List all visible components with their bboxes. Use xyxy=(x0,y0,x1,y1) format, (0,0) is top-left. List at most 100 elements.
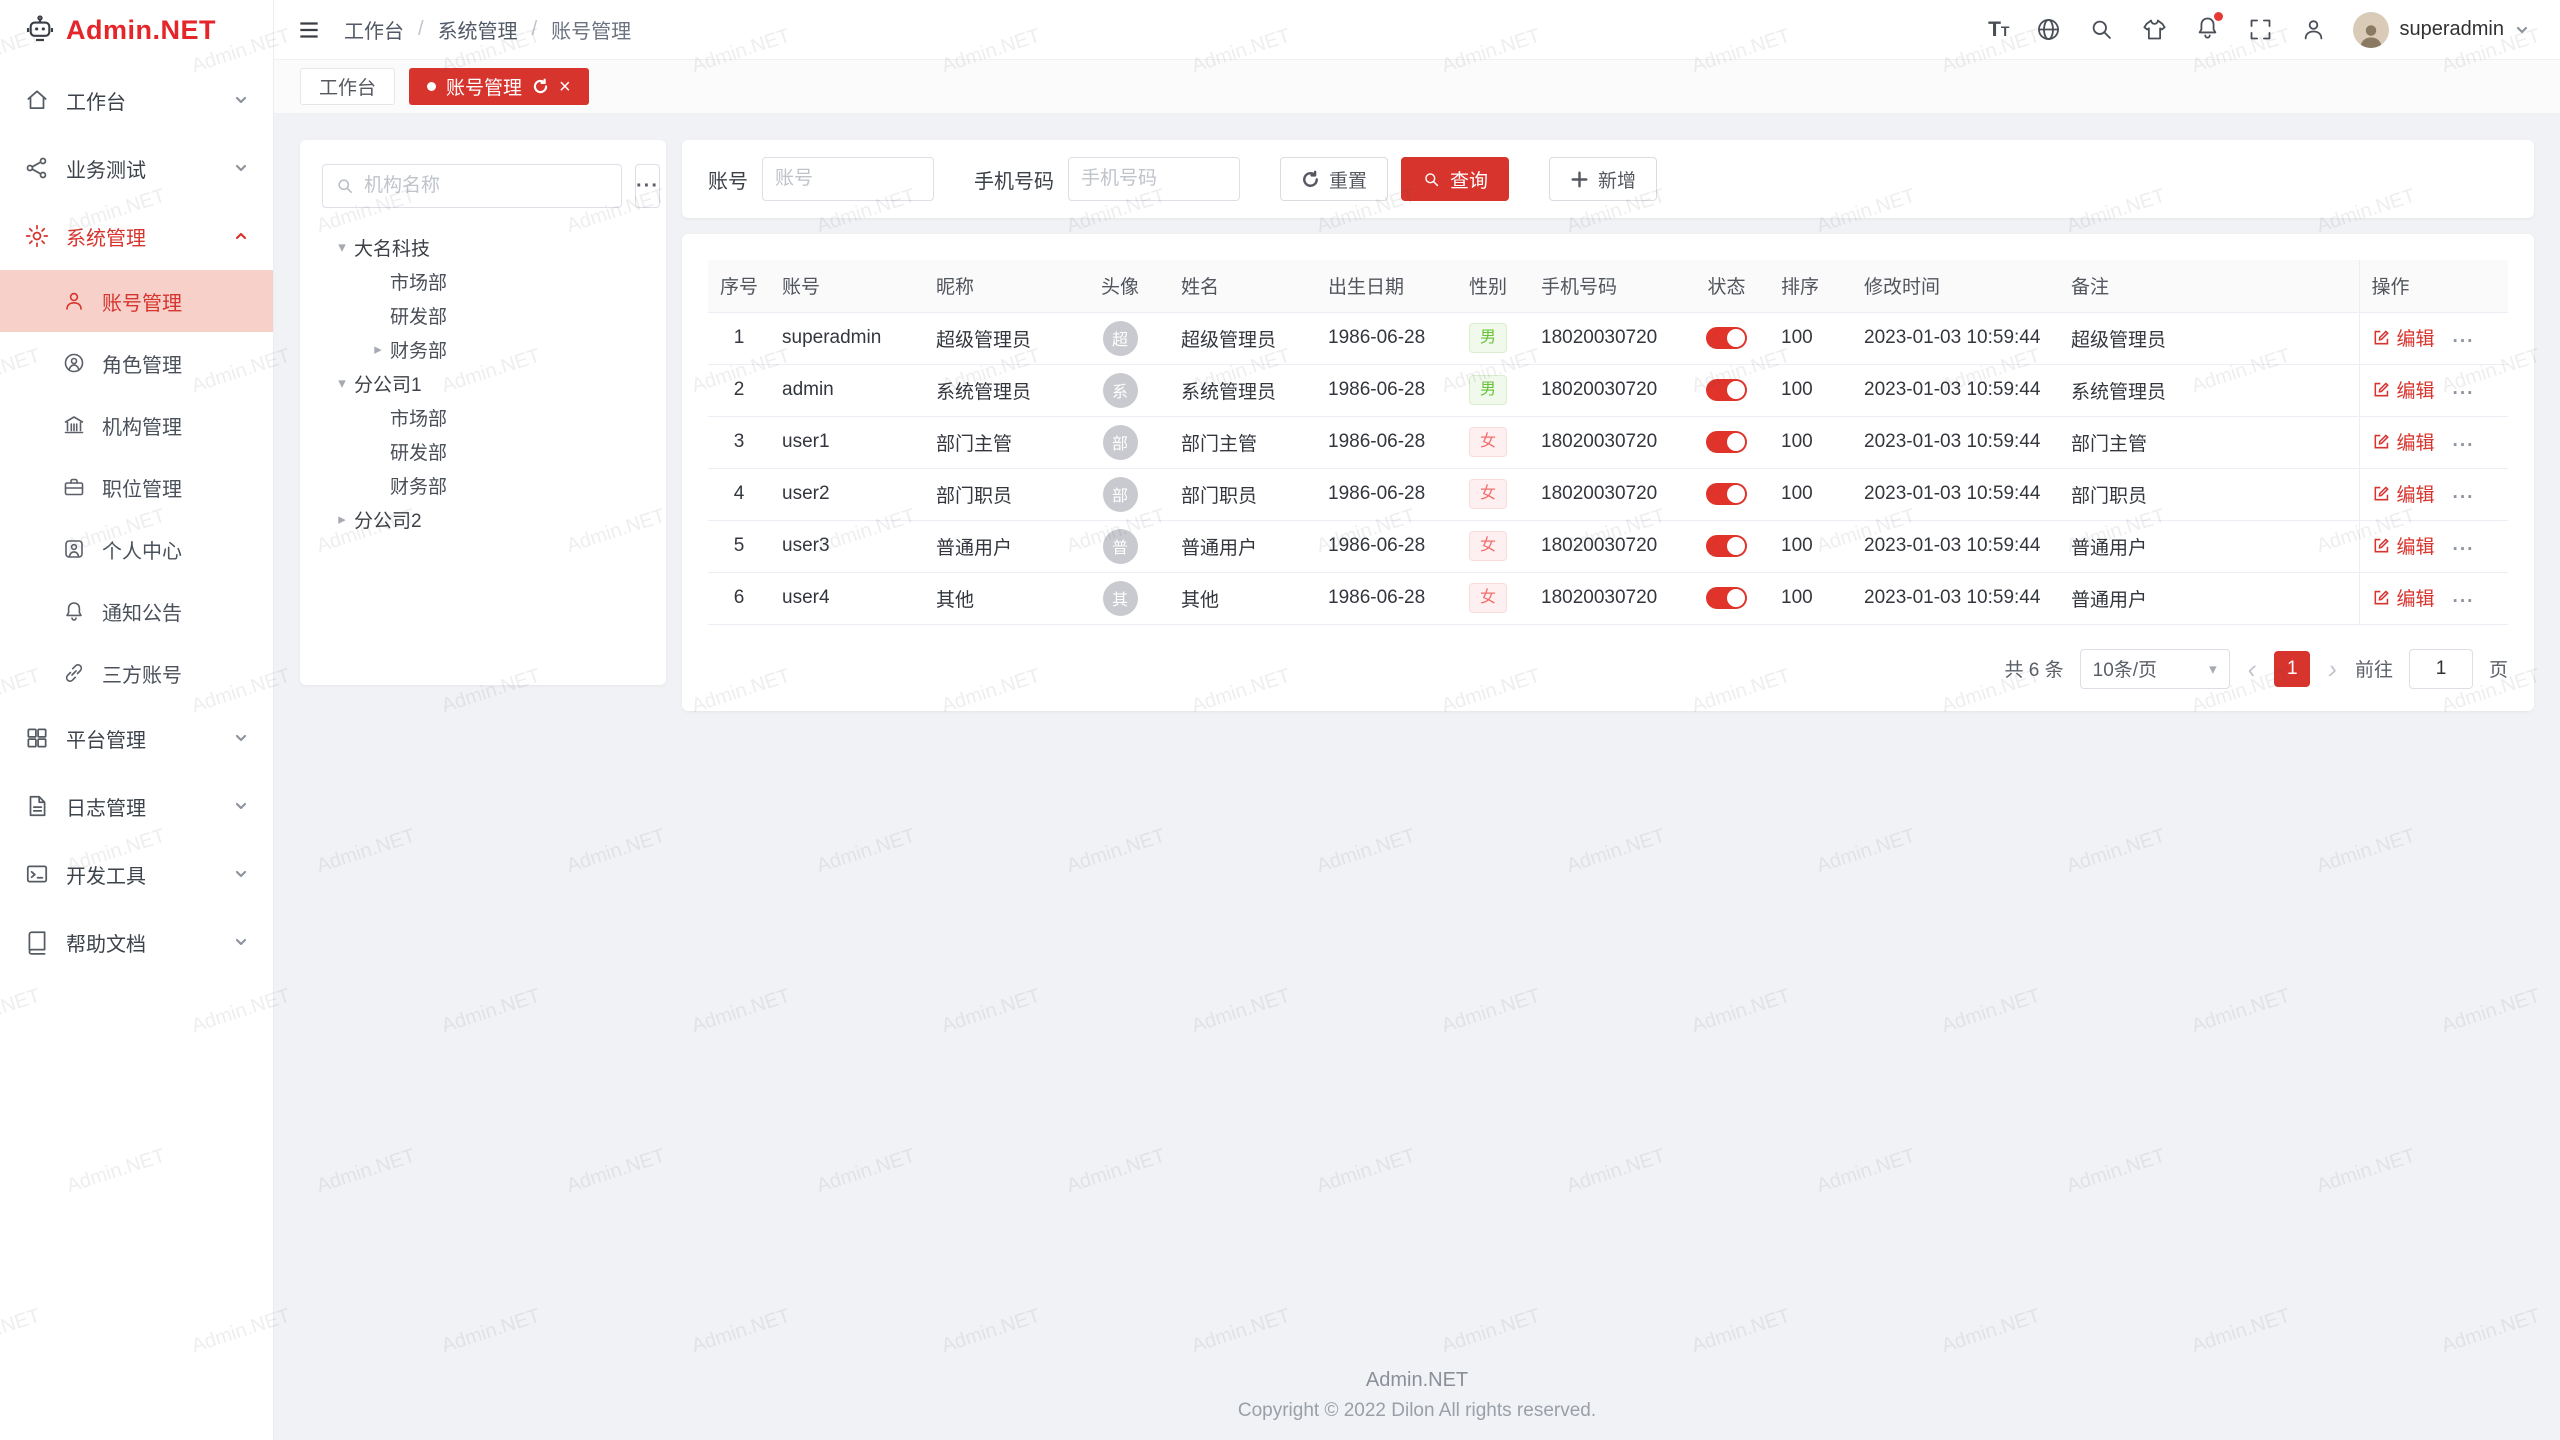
sidebar-item-label: 工作台 xyxy=(66,86,217,115)
cell-status xyxy=(1684,572,1769,624)
breadcrumb-item[interactable]: 系统管理 xyxy=(438,15,518,44)
account-input[interactable] xyxy=(762,157,934,201)
tree-group[interactable]: 大名科技 xyxy=(322,230,644,264)
row-more-button[interactable] xyxy=(2453,487,2475,508)
sidebar-subitem-position[interactable]: 职位管理 xyxy=(0,456,273,518)
sidebar-item-business-test[interactable]: 业务测试 xyxy=(0,134,273,202)
status-toggle[interactable] xyxy=(1706,431,1747,453)
sidebar-subitem-notice[interactable]: 通知公告 xyxy=(0,580,273,642)
row-more-button[interactable] xyxy=(2453,383,2475,404)
reset-button[interactable]: 重置 xyxy=(1280,157,1388,201)
caret-down-icon[interactable] xyxy=(330,238,354,256)
tree-leaf[interactable]: 财务部 xyxy=(322,468,644,502)
sidebar-item-log[interactable]: 日志管理 xyxy=(0,772,273,840)
chevron-down-icon xyxy=(233,92,249,108)
sidebar-item-system[interactable]: 系统管理 xyxy=(0,202,273,270)
status-toggle[interactable] xyxy=(1706,327,1747,349)
sidebar-subitem-third-party[interactable]: 三方账号 xyxy=(0,642,273,704)
theme-icon[interactable] xyxy=(2141,16,2168,43)
fullscreen-icon[interactable] xyxy=(2247,16,2274,43)
row-more-button[interactable] xyxy=(2453,331,2475,352)
row-more-button[interactable] xyxy=(2453,539,2475,560)
sidebar-subitem-account[interactable]: 账号管理 xyxy=(0,270,273,332)
tab-workbench[interactable]: 工作台 xyxy=(300,68,395,105)
cell-name: 部门主管 xyxy=(1169,416,1316,468)
avatar: 其 xyxy=(1103,581,1138,616)
font-size-icon[interactable] xyxy=(1988,18,2009,42)
sidebar-subitem-profile[interactable]: 个人中心 xyxy=(0,518,273,580)
tab-account-management[interactable]: 账号管理 xyxy=(409,68,589,105)
cell-avatar: 部 xyxy=(1071,468,1169,520)
tree-group[interactable]: 分公司1 xyxy=(322,366,644,400)
sidebar-item-workbench[interactable]: 工作台 xyxy=(0,66,273,134)
edit-button[interactable]: 编辑 xyxy=(2372,532,2435,559)
cell-birth: 1986-06-28 xyxy=(1316,520,1447,572)
tree-more-button[interactable] xyxy=(635,164,660,208)
row-more-button[interactable] xyxy=(2453,435,2475,456)
sidebar-item-help[interactable]: 帮助文档 xyxy=(0,908,273,976)
cell-nickname: 超级管理员 xyxy=(924,312,1071,364)
status-toggle[interactable] xyxy=(1706,379,1747,401)
query-panel: 账号 手机号码 重置 查询 xyxy=(682,140,2534,218)
cell-modified: 2023-01-03 10:59:44 xyxy=(1852,468,2059,520)
refresh-icon[interactable] xyxy=(532,78,549,95)
phone-input[interactable] xyxy=(1068,157,1240,201)
edit-button[interactable]: 编辑 xyxy=(2372,584,2435,611)
add-button[interactable]: 新增 xyxy=(1549,157,1657,201)
prev-page-button[interactable] xyxy=(2246,656,2259,682)
sidebar-subitem-role[interactable]: 角色管理 xyxy=(0,332,273,394)
sidebar-subitem-org[interactable]: 机构管理 xyxy=(0,394,273,456)
search-button[interactable]: 查询 xyxy=(1401,157,1509,201)
tree-leaf[interactable]: 财务部 xyxy=(322,332,644,366)
cell-no: 6 xyxy=(708,572,770,624)
tree-leaf[interactable]: 研发部 xyxy=(322,298,644,332)
sidebar-subitem-label: 账号管理 xyxy=(102,287,182,316)
edit-button[interactable]: 编辑 xyxy=(2372,324,2435,351)
row-more-button[interactable] xyxy=(2453,591,2475,612)
hamburger-menu-icon[interactable] xyxy=(296,17,322,43)
sidebar-item-devtools[interactable]: 开发工具 xyxy=(0,840,273,908)
tree-node-label: 财务部 xyxy=(390,336,447,363)
cell-name: 其他 xyxy=(1169,572,1316,624)
profile-icon[interactable] xyxy=(2300,16,2327,43)
cell-actions: 编辑 xyxy=(2359,312,2508,364)
cell-account: admin xyxy=(770,364,924,416)
status-toggle[interactable] xyxy=(1706,587,1747,609)
status-toggle[interactable] xyxy=(1706,483,1747,505)
search-icon[interactable] xyxy=(2088,16,2115,43)
current-page-button[interactable]: 1 xyxy=(2274,651,2310,687)
edit-button[interactable]: 编辑 xyxy=(2372,428,2435,455)
edit-icon xyxy=(2372,328,2391,347)
next-page-button[interactable] xyxy=(2326,656,2339,682)
close-icon[interactable] xyxy=(559,77,571,97)
cell-remark: 普通用户 xyxy=(2059,572,2359,624)
goto-page-input[interactable] xyxy=(2409,649,2473,689)
edit-button[interactable]: 编辑 xyxy=(2372,480,2435,507)
tree-leaf[interactable]: 研发部 xyxy=(322,434,644,468)
globe-icon[interactable] xyxy=(2035,16,2062,43)
sidebar-menu: 工作台 业务测试 系统管理 账号管理 角色管理 xyxy=(0,60,273,1440)
org-search-input[interactable] xyxy=(364,175,609,197)
notifications-bell-icon[interactable] xyxy=(2194,14,2221,46)
tree-leaf[interactable]: 市场部 xyxy=(322,400,644,434)
edit-button[interactable]: 编辑 xyxy=(2372,376,2435,403)
tree-node-label: 分公司2 xyxy=(354,506,422,533)
breadcrumb-item[interactable]: 工作台 xyxy=(344,15,404,44)
page-size-select[interactable]: 10条/页 xyxy=(2080,649,2230,689)
chevron-down-icon xyxy=(233,934,249,950)
tree-leaf[interactable]: 市场部 xyxy=(322,264,644,298)
caret-right-icon[interactable] xyxy=(330,510,354,528)
sidebar-item-platform[interactable]: 平台管理 xyxy=(0,704,273,772)
toggle-knob xyxy=(1727,381,1745,399)
share-nodes-icon xyxy=(24,155,50,181)
column-header: 序号 xyxy=(708,260,770,312)
chevron-down-icon xyxy=(2514,22,2530,38)
cell-gender: 女 xyxy=(1447,468,1529,520)
caret-right-icon[interactable] xyxy=(366,340,390,358)
caret-down-icon[interactable] xyxy=(330,374,354,392)
cell-gender: 女 xyxy=(1447,520,1529,572)
user-menu[interactable]: superadmin xyxy=(2353,12,2530,48)
status-toggle[interactable] xyxy=(1706,535,1747,557)
tree-group[interactable]: 分公司2 xyxy=(322,502,644,536)
content: 大名科技 市场部 研发部 财务部 xyxy=(274,114,2560,1440)
